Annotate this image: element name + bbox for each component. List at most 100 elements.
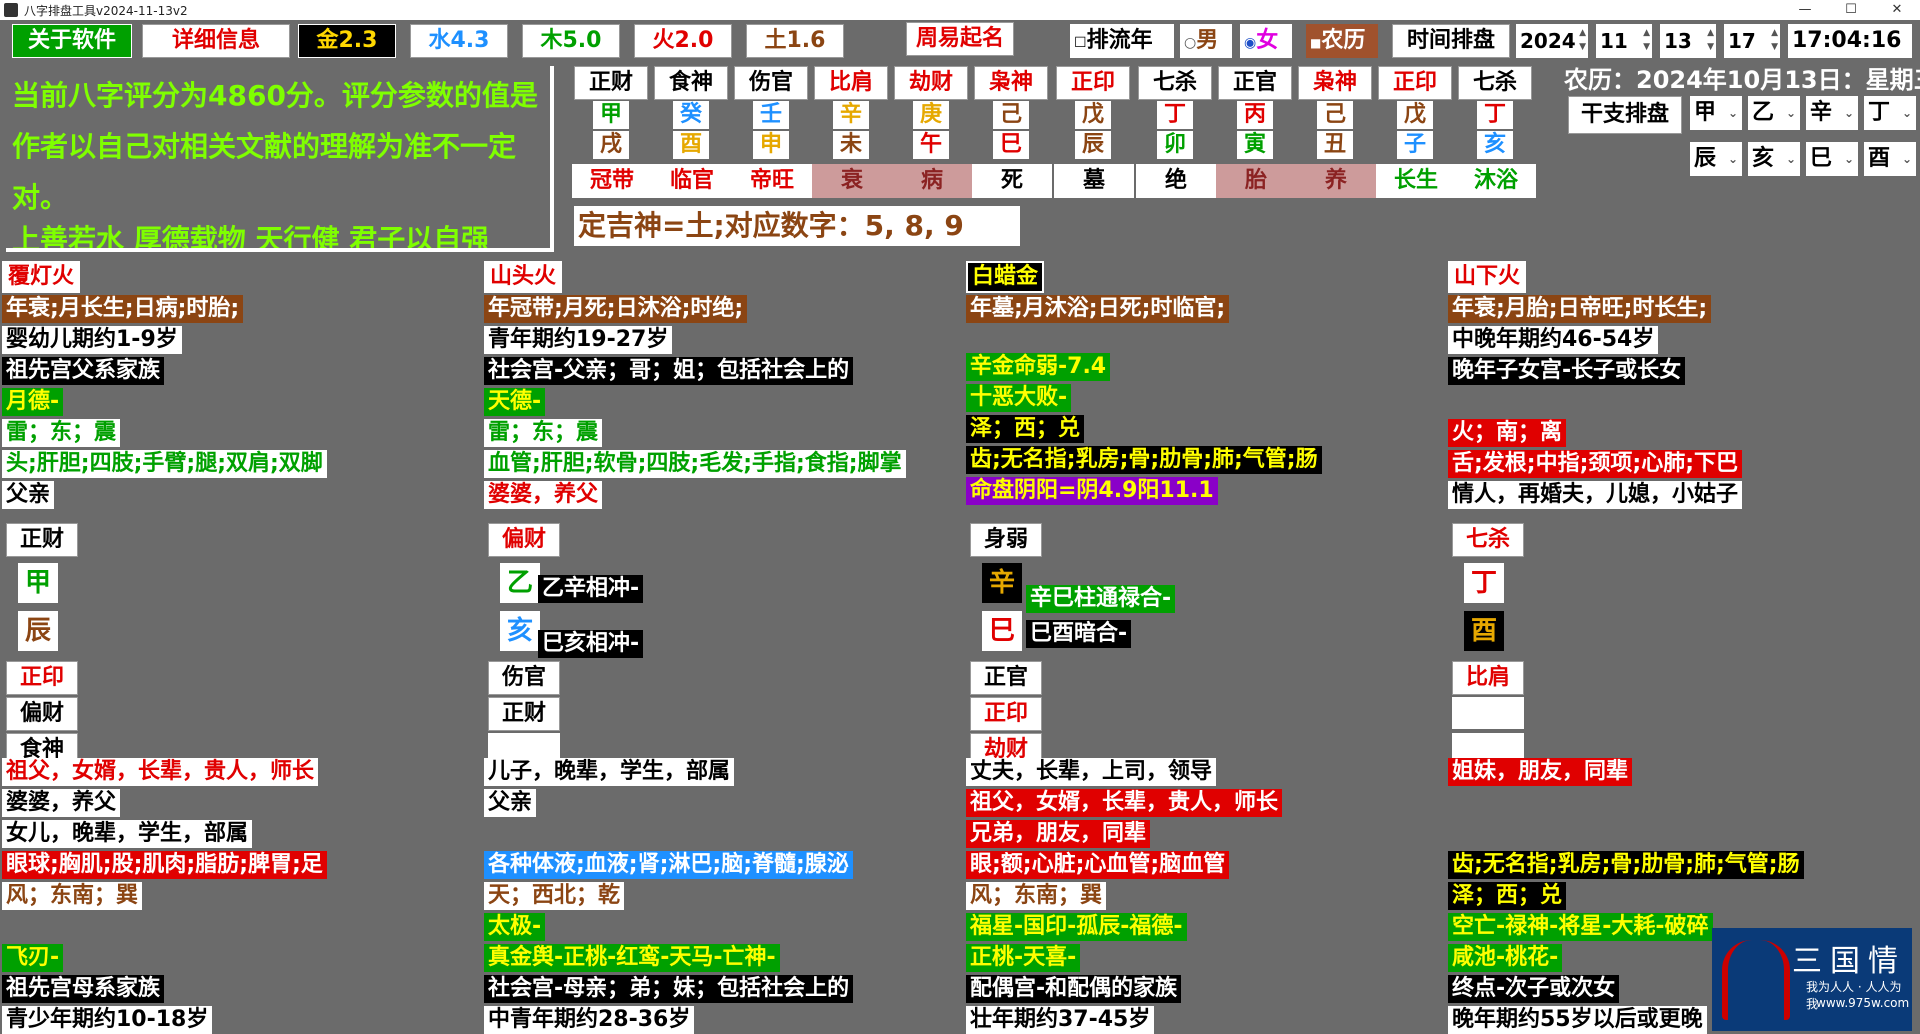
life-stages-text: 年墓;月沐浴;日死;时临官; [966,295,1230,323]
direction-text: 火；南；离 [1448,419,1567,447]
life-stage-cell: 病 [892,164,972,198]
stem-cell: 戊 [1075,101,1111,129]
relatives-text: 祖父，女婿，长辈，贵人，师长 [966,789,1283,817]
life-stage-cell: 养 [1296,164,1376,198]
about-button[interactable]: 关于软件 [12,24,132,58]
ten-god-button[interactable]: 枭神 [974,66,1048,100]
radio-on-icon: ◉ [1244,35,1257,51]
ten-god-button[interactable]: 正印 [1378,66,1452,100]
earth-button[interactable]: 土1.6 [746,24,844,58]
palace-text: 祖先宫母系家族 [2,975,165,1003]
minimize-button[interactable]: — [1782,0,1828,20]
pillar-column: 山头火 年冠带;月死;日沐浴;时绝; 青年期约19-27岁 社会宫-父亲；哥；姐；包括… [484,258,964,1034]
details-button[interactable]: 详细信息 [142,24,290,58]
hidden-god-button[interactable]: 正印 [970,697,1042,731]
branch-cell: 卯 [1157,131,1193,159]
palace-text: 终点-次子或次女 [1448,975,1620,1003]
body-parts-text: 眼球;胸肌;股;肌肉;脂肪;脾胃;足 [2,851,327,879]
direction-text: 风；东南；巽 [2,882,143,910]
maximize-button[interactable]: ☐ [1828,0,1874,20]
year-spinner[interactable]: 2024 ▲ ▼ [1516,24,1588,58]
ganzhi-select[interactable]: 巳 ⌄ [1806,142,1858,176]
pillar-god-button[interactable]: 偏财 [488,523,560,557]
wood-button[interactable]: 木5.0 [522,24,620,58]
pillar-branch: 辰 [18,611,58,651]
ganzhi-select[interactable]: 乙 ⌄ [1748,96,1800,130]
ten-god-button[interactable]: 枭神 [1298,66,1372,100]
close-button[interactable]: ✕ [1874,0,1920,20]
intro-panel[interactable]: 当前八字评分为4860分。评分参数的值是作者以自己对相关文献的理解为准不一定对。… [6,66,554,252]
life-stage-cell: 死 [972,164,1052,198]
pillar-god-button[interactable]: 正财 [6,523,78,557]
stem-cell: 丁 [1477,101,1513,129]
clash-note: 乙辛相冲- [538,575,644,603]
ganzhi-select[interactable]: 丁 ⌄ [1864,96,1916,130]
female-radio[interactable]: ◉女 [1240,24,1292,58]
branch-cell: 子 [1397,131,1433,159]
body-parts-text: 舌;发根;中指;颈项;心肺;下巴 [1448,450,1742,478]
combine-note: 辛巳柱通禄合- [1026,585,1176,613]
life-stages-text: 年冠带;月死;日沐浴;时绝; [484,295,748,323]
hidden-god-button[interactable]: 比肩 [1452,661,1524,695]
ganzhi-select[interactable]: 甲 ⌄ [1690,96,1742,130]
ten-god-button[interactable]: 伤官 [734,66,808,100]
ten-god-button[interactable]: 正印 [1056,66,1130,100]
hidden-god-button[interactable]: 正官 [970,661,1042,695]
hour-spinner[interactable]: 17 ▲ ▼ [1724,24,1780,58]
spinner-arrows-icon: ▲ ▼ [1579,28,1586,52]
window-title: 八字排盘工具v2024-11-13v2 [24,4,188,18]
lucky-god-text: 定吉神=土;对应数字：5, 8, 9 [574,206,1020,246]
chevron-down-icon: ⌄ [1785,106,1796,120]
metal-button[interactable]: 金2.3 [298,24,396,58]
pillar-god-button[interactable]: 七杀 [1452,523,1524,557]
lunar-checkbox[interactable]: ■农历 [1306,24,1378,58]
body-parts-text: 血管;肝胆;软骨;四肢;毛发;手指;食指;脚掌 [484,450,906,478]
ten-god-button[interactable]: 七杀 [1138,66,1212,100]
day-spinner[interactable]: 13 ▲ ▼ [1660,24,1716,58]
lunar-date: 农历：2024年10月13日：星期三 [1560,66,1920,94]
ten-god-button[interactable]: 劫财 [894,66,968,100]
life-stage-cell: 长生 [1376,164,1456,198]
nayin-label: 白蜡金 [966,261,1045,293]
water-button[interactable]: 水4.3 [410,24,508,58]
life-stage-cell: 胎 [1216,164,1296,198]
ten-god-button[interactable]: 正官 [1218,66,1292,100]
ganzhi-select[interactable]: 亥 ⌄ [1748,142,1800,176]
clash-note: 巳亥相冲- [538,630,644,658]
male-radio[interactable]: ○男 [1180,24,1232,58]
shensha-text: 空亡-禄神-将星-大耗-破碎 [1448,913,1713,941]
ganzhi-select[interactable]: 酉 ⌄ [1864,142,1916,176]
ten-god-button[interactable]: 食神 [654,66,728,100]
ganzhi-select-value: 甲 [1694,100,1717,125]
ten-god-button[interactable]: 七杀 [1458,66,1532,100]
hidden-god-button[interactable]: 偏财 [6,697,78,731]
naming-button[interactable]: 周易起名 [906,22,1014,56]
ganzhi-chart-button[interactable]: 干支排盘 [1568,96,1682,134]
hidden-god-button[interactable]: 伤官 [488,661,560,695]
ganzhi-select-value: 辰 [1694,146,1717,171]
logo-url: www.975w.com [1816,996,1910,1010]
fire-button[interactable]: 火2.0 [634,24,732,58]
pillar-god-button[interactable]: 身弱 [970,523,1042,557]
hidden-god-button[interactable]: 正财 [488,697,560,731]
hidden-god-button[interactable]: 正印 [6,661,78,695]
time-chart-button[interactable]: 时间排盘 [1392,24,1510,58]
ganzhi-select-value: 酉 [1868,146,1891,171]
pillar-stem: 乙 [500,563,540,603]
stem-cell: 己 [1317,101,1353,129]
relative-text: 情人，再婚夫，儿媳，小姑子 [1448,481,1743,509]
direction-text: 天；西北；乾 [484,882,625,910]
relatives-text: 祖父，女婿，长辈，贵人，师长 [2,758,319,786]
direction-text: 雷；东；震 [2,419,121,447]
spinner-arrows-icon: ▲ ▼ [1643,28,1650,52]
ten-god-button[interactable]: 比肩 [814,66,888,100]
ten-god-button[interactable]: 正财 [574,66,648,100]
flow-year-checkbox[interactable]: ☐排流年 [1070,24,1174,58]
ganzhi-select[interactable]: 辛 ⌄ [1806,96,1858,130]
month-spinner[interactable]: 11 ▲ ▼ [1596,24,1652,58]
shensha-text: 真金舆-正桃-红鸾-天马-亡神- [484,944,780,972]
branch-cell: 酉 [673,131,709,159]
ganzhi-select[interactable]: 辰 ⌄ [1690,142,1742,176]
branch-cell: 巳 [993,131,1029,159]
palace-text: 社会宫-母亲；弟；妹；包括社会上的 [484,975,854,1003]
